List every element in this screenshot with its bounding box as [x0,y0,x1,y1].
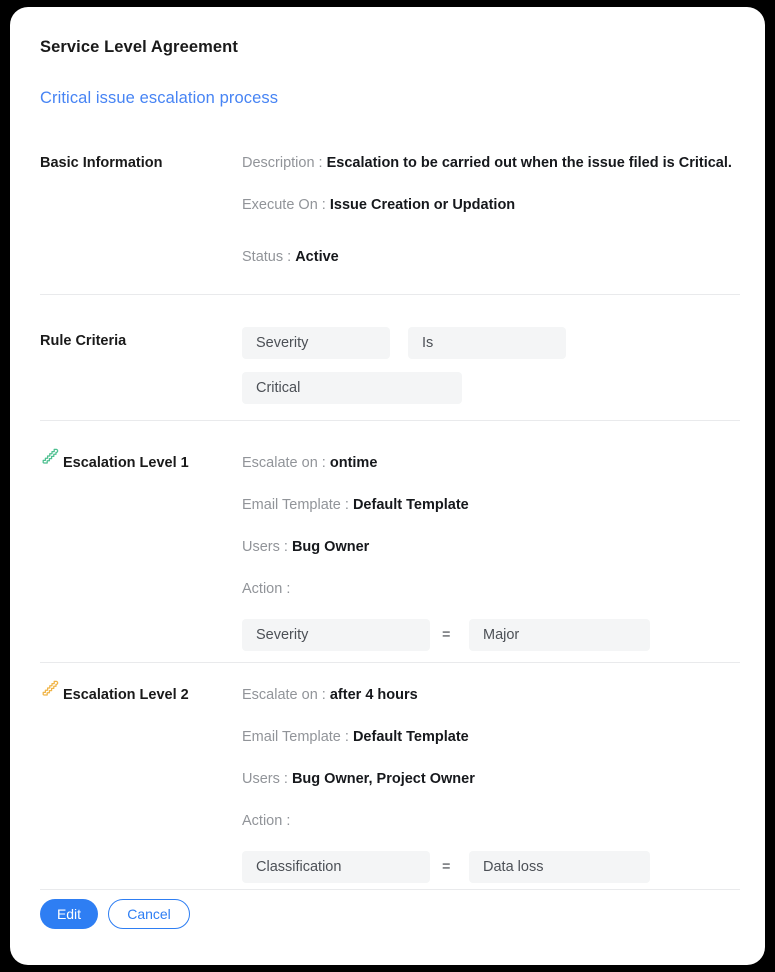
divider-above-footer [40,889,740,890]
level2-field-action: Action : [242,812,290,830]
criteria-value-box[interactable]: Critical [242,372,462,404]
field-description-key: Description : [242,155,323,171]
field-status: Status : Active [242,248,339,266]
level1-users-key: Users : [242,539,288,555]
level1-action-key: Action : [242,581,291,597]
field-status-value: Active [295,249,339,265]
level2-email-template-value: Default Template [352,729,469,745]
level1-field-escalate-on: Escalate on : ontime [242,454,377,472]
field-execute-on: Execute On : Issue Creation or Updation [242,196,515,214]
level1-email-template-value: Default Template [352,497,469,513]
level2-field-email-template: Email Template : Default Template [242,728,469,746]
level2-escalate-on-key: Escalate on : [242,687,326,703]
field-description-value: Escalation to be carried out when the is… [326,155,732,171]
field-execute-on-key: Execute On : [242,197,326,213]
field-status-key: Status : [242,249,292,265]
divider-after-basic-information [40,294,740,295]
level1-escalate-on-key: Escalate on : [242,455,326,471]
edit-button[interactable]: Edit [40,899,98,929]
sla-detail-card: Service Level Agreement Critical issue e… [10,7,765,965]
level1-escalate-on-value: ontime [329,455,378,471]
basic-information-label: Basic Information [40,155,163,171]
page-title: Service Level Agreement [40,38,238,56]
field-execute-on-value: Issue Creation or Updation [329,197,516,213]
level2-action-key: Action : [242,813,291,829]
escalation-level-1-label: Escalation Level 1 [63,455,189,471]
sla-rule-name-link[interactable]: Critical issue escalation process [40,89,278,108]
level2-field-escalate-on: Escalate on : after 4 hours [242,686,418,704]
level2-users-value: Bug Owner, Project Owner [291,771,475,787]
level1-email-template-key: Email Template : [242,497,349,513]
cancel-button[interactable]: Cancel [108,899,190,929]
level1-field-action: Action : [242,580,290,598]
level1-field-email-template: Email Template : Default Template [242,496,469,514]
criteria-field-box[interactable]: Severity [242,327,390,359]
divider-after-rule-criteria [40,420,740,421]
level1-action-operator: = [442,627,451,643]
level2-users-key: Users : [242,771,288,787]
rule-criteria-label: Rule Criteria [40,333,127,349]
level2-field-users: Users : Bug Owner, Project Owner [242,770,475,788]
level1-field-users: Users : Bug Owner [242,538,369,556]
level2-action-field-box[interactable]: Classification [242,851,430,883]
level2-action-value-box[interactable]: Data loss [469,851,650,883]
level1-users-value: Bug Owner [291,539,370,555]
escalator-icon [42,448,59,464]
escalation-level-2-label: Escalation Level 2 [63,687,189,703]
level2-email-template-key: Email Template : [242,729,349,745]
level1-action-field-box[interactable]: Severity [242,619,430,651]
escalator-icon [42,680,59,696]
field-description: Description : Escalation to be carried o… [242,154,732,172]
divider-after-level-1 [40,662,740,663]
level1-action-value-box[interactable]: Major [469,619,650,651]
level2-action-operator: = [442,859,451,875]
criteria-condition-box[interactable]: Is [408,327,566,359]
level2-escalate-on-value: after 4 hours [329,687,418,703]
